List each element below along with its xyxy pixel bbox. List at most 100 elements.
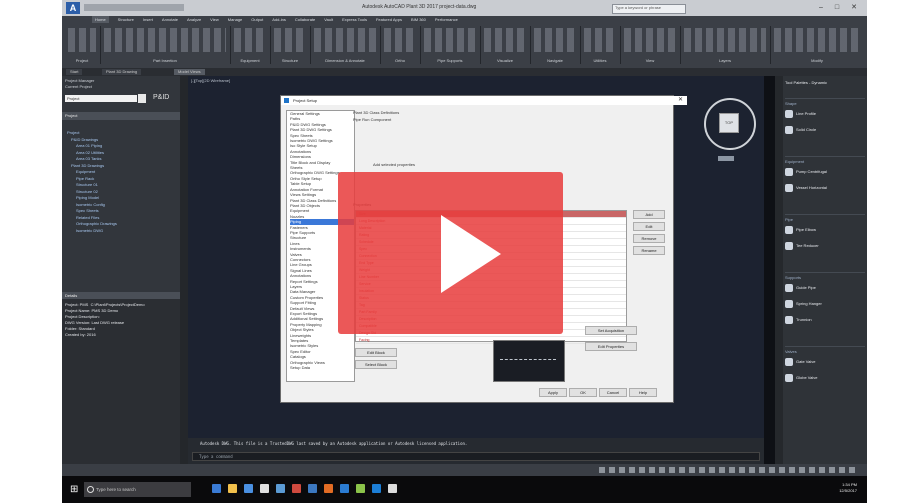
edit-properties-button[interactable]: Edit Properties	[585, 342, 637, 351]
ribbon-group-pipe-supports[interactable]: Pipe Supports	[420, 26, 481, 64]
select-block-button[interactable]: Select Block	[355, 360, 397, 369]
ribbon-icons[interactable]	[384, 28, 416, 52]
taskbar-app-icon[interactable]	[212, 484, 221, 493]
quick-access-toolbar[interactable]	[84, 4, 184, 11]
palette-tool[interactable]: Globe Valve	[785, 374, 865, 382]
ribbon-tab[interactable]: Manage	[228, 17, 242, 22]
ribbon-icons[interactable]	[684, 28, 766, 52]
palette-tool[interactable]: Pump Centrifugal	[785, 168, 865, 176]
video-play-overlay[interactable]	[338, 172, 563, 334]
taskbar-app-icon[interactable]	[388, 484, 397, 493]
set-acquisition-button[interactable]: Set Acquisition	[585, 326, 637, 335]
viewport-label[interactable]: [-][Top][2D Wireframe]	[191, 78, 230, 83]
palette-section-title[interactable]: Equipment	[785, 156, 865, 164]
taskbar-app-icon[interactable]	[356, 484, 365, 493]
ribbon-tab[interactable]: Structure	[118, 17, 134, 22]
taskbar-app-icon[interactable]	[276, 484, 285, 493]
ribbon-tab[interactable]: Express Tools	[342, 17, 367, 22]
ribbon-tab[interactable]: Analyze	[187, 17, 201, 22]
rename-button[interactable]: Rename	[633, 246, 665, 255]
taskbar-app-icon[interactable]	[324, 484, 333, 493]
palette-tool[interactable]: Spring Hanger	[785, 300, 865, 308]
ribbon-icons[interactable]	[314, 28, 376, 52]
ribbon-icons[interactable]	[424, 28, 476, 52]
ribbon-group-view[interactable]: View	[620, 26, 681, 64]
ribbon-group-equipment[interactable]: Equipment	[230, 26, 271, 64]
taskbar-app-icon[interactable]	[308, 484, 317, 493]
ribbon-icons[interactable]	[774, 28, 860, 52]
navigation-bar[interactable]	[718, 156, 734, 161]
viewcube-face[interactable]: TOP	[719, 113, 739, 133]
ribbon-group-utilities[interactable]: Utilities	[580, 26, 621, 64]
palette-tool[interactable]: Guide Pipe	[785, 284, 865, 292]
autocad-logo-icon[interactable]: A	[66, 2, 80, 14]
command-input[interactable]: Type a command	[192, 452, 760, 461]
ribbon-tab[interactable]: Performance	[435, 17, 458, 22]
palette-tool[interactable]: Pipe Elbow	[785, 226, 865, 234]
palette-section-title[interactable]: Shape	[785, 98, 865, 106]
ribbon-tab[interactable]: Home	[92, 16, 109, 23]
ribbon-tab[interactable]: Vault	[324, 17, 333, 22]
ribbon-group-visualize[interactable]: Visualize	[480, 26, 531, 64]
ribbon-icons[interactable]	[484, 28, 526, 52]
status-toggles[interactable]	[599, 467, 859, 473]
dialog-close-button[interactable]: ✕	[678, 96, 683, 105]
search-input[interactable]: Type a keyword or phrase	[612, 4, 686, 14]
palette-tool[interactable]: Vessel Horizontal	[785, 184, 865, 192]
ribbon-tab[interactable]: Featured Apps	[376, 17, 402, 22]
ribbon-group-layers[interactable]: Layers	[680, 26, 771, 64]
document-icon[interactable]	[138, 94, 146, 103]
viewcube[interactable]: TOP	[704, 98, 756, 150]
tree-item[interactable]: Isometric DWG	[67, 228, 167, 235]
help-button[interactable]: Help	[629, 388, 657, 397]
play-icon[interactable]	[441, 215, 501, 293]
ribbon-tab[interactable]: Collaborate	[295, 17, 315, 22]
project-dropdown[interactable]: Project	[65, 95, 137, 102]
ribbon-icons[interactable]	[584, 28, 616, 52]
palette-side-strip[interactable]	[180, 76, 188, 464]
ribbon-tab[interactable]: Insert	[143, 17, 153, 22]
ribbon-icons[interactable]	[624, 28, 676, 52]
settings-tree-item[interactable]: Setup Data	[290, 365, 354, 370]
ribbon-icons[interactable]	[234, 28, 266, 52]
close-button[interactable]: ✕	[849, 3, 859, 13]
ribbon-tab[interactable]: Add-ins	[272, 17, 286, 22]
ribbon-group-dimension[interactable]: Dimension & Annotate	[310, 26, 381, 64]
ribbon-group-ortho[interactable]: Ortho	[380, 26, 421, 64]
remove-button[interactable]: Remove	[633, 234, 665, 243]
ribbon-tab[interactable]: Output	[251, 17, 263, 22]
edit-block-button[interactable]: Edit Block	[355, 348, 397, 357]
palette-section-title[interactable]: Valves	[785, 346, 865, 354]
add-button[interactable]: Add	[633, 210, 665, 219]
ribbon-icons[interactable]	[68, 28, 96, 52]
taskbar-app-icon[interactable]	[340, 484, 349, 493]
taskbar-app-icon[interactable]	[244, 484, 253, 493]
taskbar-app-icon[interactable]	[292, 484, 301, 493]
ribbon-group-project[interactable]: Project	[64, 26, 101, 64]
pid-button[interactable]: P&ID	[153, 94, 169, 101]
edit-button[interactable]: Edit	[633, 222, 665, 231]
ribbon-group-structure[interactable]: Structure	[270, 26, 311, 64]
palette-title-strip[interactable]	[775, 76, 783, 464]
palette-section-title[interactable]: Supports	[785, 272, 865, 280]
palette-section-title[interactable]: Pipe	[785, 214, 865, 222]
taskbar-app-icon[interactable]	[228, 484, 237, 493]
ribbon-group-navigate[interactable]: Navigate	[530, 26, 581, 64]
file-tab[interactable]: Plant 3D Drawing	[102, 69, 142, 75]
taskbar-app-icon[interactable]	[260, 484, 269, 493]
project-section-bar[interactable]: Project	[62, 112, 183, 120]
ribbon-tab[interactable]: View	[210, 17, 219, 22]
taskbar-search[interactable]: Type here to search	[84, 482, 191, 497]
palette-tool[interactable]: Solid Circle	[785, 126, 865, 134]
ribbon-icons[interactable]	[104, 28, 226, 52]
file-tab[interactable]: Model Views	[174, 69, 205, 75]
file-tab[interactable]: Start	[66, 69, 83, 75]
apply-button[interactable]: Apply	[539, 388, 567, 397]
minimize-button[interactable]: –	[816, 3, 826, 13]
cancel-button[interactable]: Cancel	[599, 388, 627, 397]
maximize-button[interactable]: □	[832, 3, 842, 13]
ribbon-icons[interactable]	[534, 28, 576, 52]
ribbon-group-modify[interactable]: Modify	[770, 26, 864, 64]
ribbon-icons[interactable]	[274, 28, 306, 52]
palette-tool[interactable]: Trunnion	[785, 316, 865, 324]
